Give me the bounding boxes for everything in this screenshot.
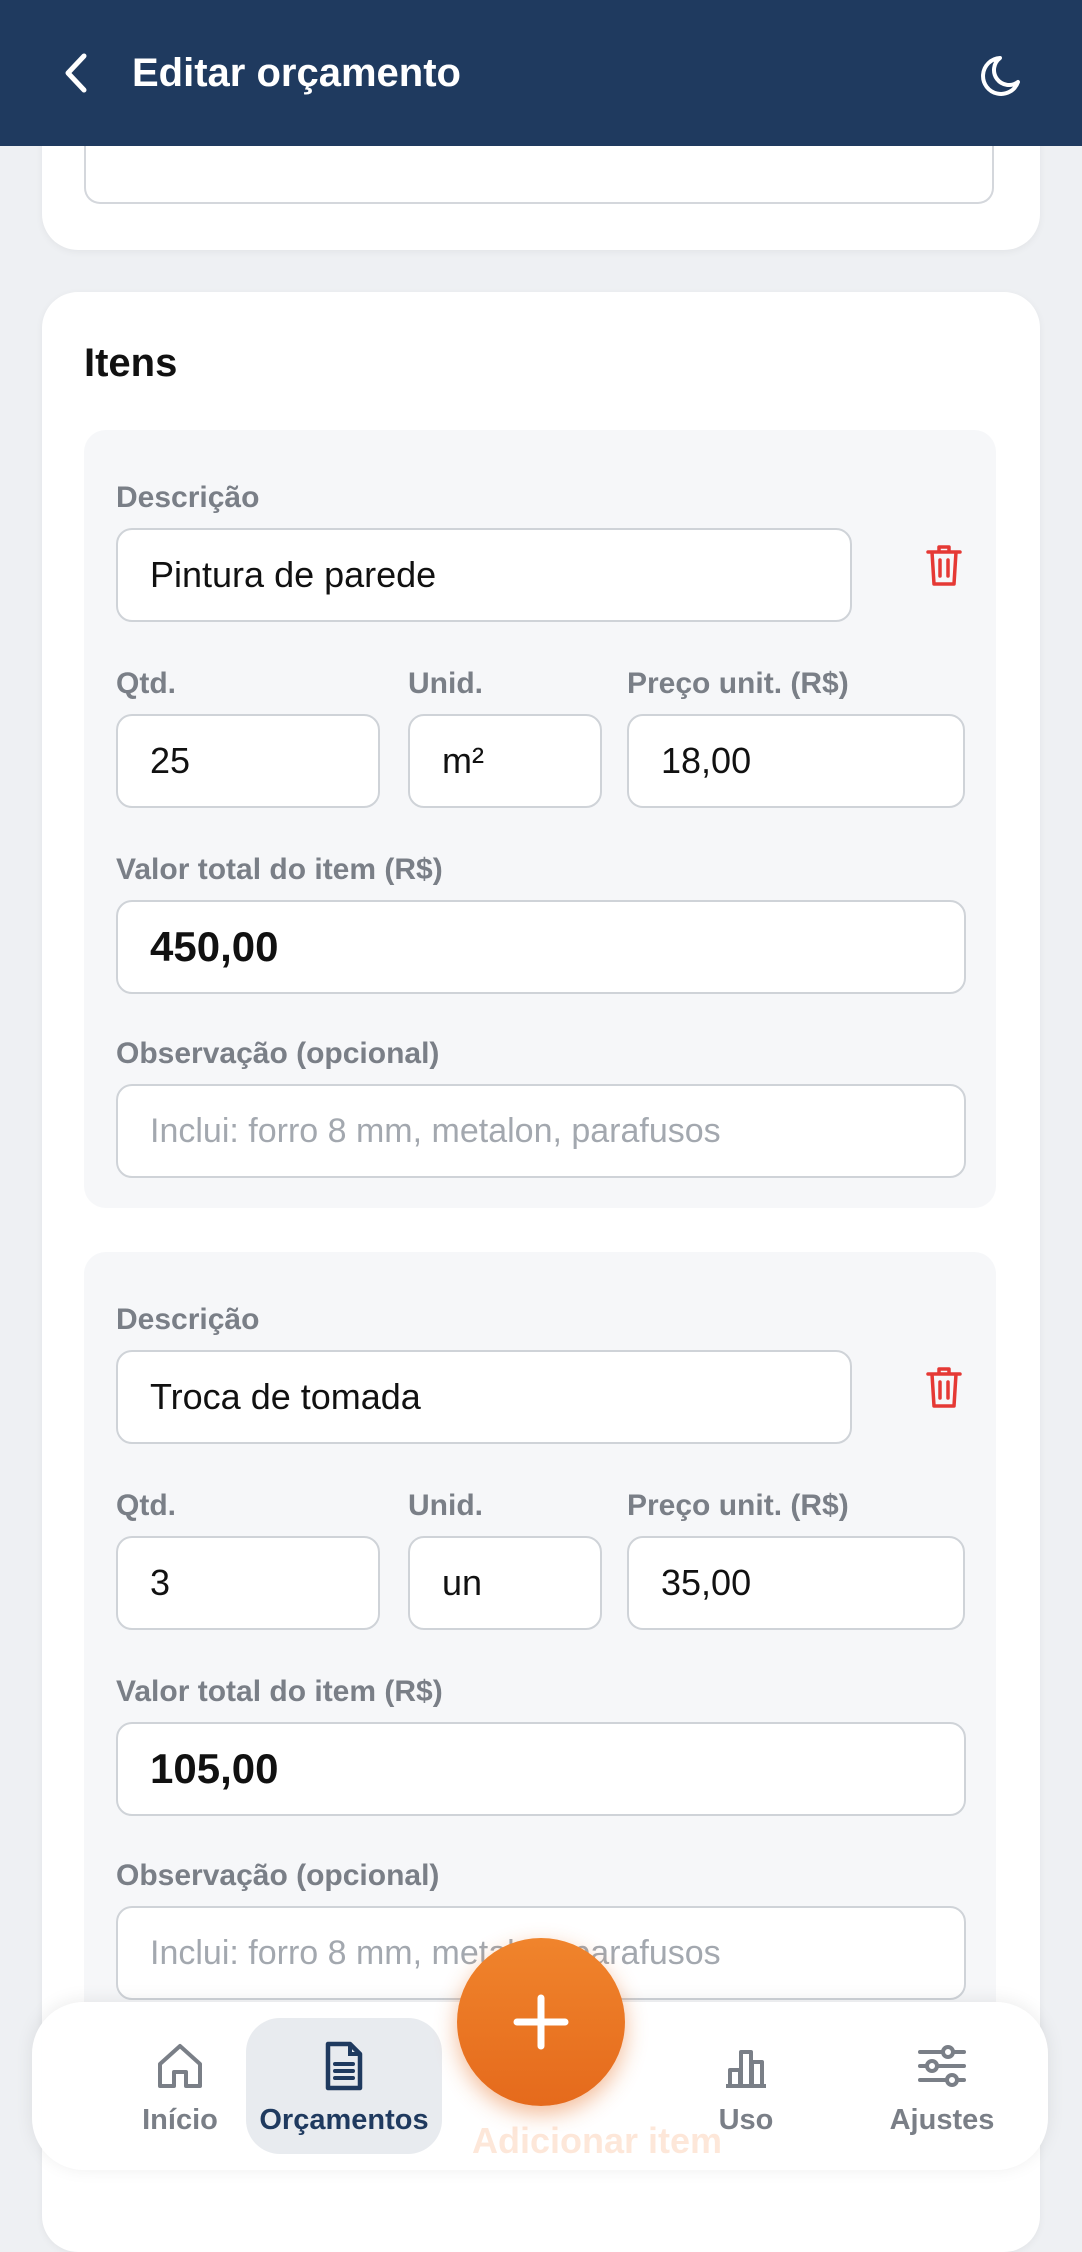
note-input[interactable]: Inclui: forro 8 mm, metalon, parafusos [116, 1084, 966, 1178]
home-icon [158, 2044, 202, 2088]
item-total-field: 450,00 [116, 900, 966, 994]
description-label: Descrição [116, 1303, 260, 1336]
trash-icon [926, 545, 962, 586]
unit-label: Unid. [408, 1489, 483, 1522]
items-section-title: Itens [84, 341, 178, 385]
total-label: Valor total do item (R$) [116, 853, 443, 886]
unit-input[interactable]: m² [408, 714, 602, 808]
page-title: Editar orçamento [132, 51, 461, 95]
qty-label: Qtd. [116, 1489, 176, 1522]
description-label: Descrição [116, 481, 260, 514]
add-fab-button[interactable] [457, 1938, 625, 2106]
theme-toggle-button[interactable] [978, 48, 1030, 100]
nav-label: Orçamentos [259, 2104, 429, 2136]
qty-label: Qtd. [116, 667, 176, 700]
nav-item-orcamentos[interactable]: Orçamentos [246, 2018, 442, 2154]
unit-price-label: Preço unit. (R$) [627, 1489, 849, 1522]
unit-price-input[interactable]: 35,00 [627, 1536, 965, 1630]
unit-price-label: Preço unit. (R$) [627, 667, 849, 700]
document-icon [325, 2041, 363, 2091]
moon-icon [981, 56, 1020, 96]
description-input[interactable]: Troca de tomada [116, 1350, 852, 1444]
note-label: Observação (opcional) [116, 1859, 440, 1892]
note-label: Observação (opcional) [116, 1037, 440, 1070]
item-total-field: 105,00 [116, 1722, 966, 1816]
app-header: Editar orçamento [0, 0, 1082, 146]
delete-item-button[interactable] [924, 542, 964, 588]
nav-label: Uso [718, 2104, 774, 2136]
nav-label: Ajustes [889, 2104, 995, 2136]
sliders-icon [918, 2045, 966, 2087]
delete-item-button[interactable] [924, 1364, 964, 1410]
chevron-left-icon [65, 53, 87, 93]
nav-item-uso[interactable]: Uso [648, 2018, 844, 2154]
item-block: Descrição Pintura de parede Qtd. Unid. P… [84, 430, 996, 1208]
trash-icon [926, 1367, 962, 1408]
qty-input[interactable]: 25 [116, 714, 380, 808]
unit-price-input[interactable]: 18,00 [627, 714, 965, 808]
nav-item-ajustes[interactable]: Ajustes [844, 2018, 1040, 2154]
bar-chart-icon [726, 2050, 766, 2088]
unit-input[interactable]: un [408, 1536, 602, 1630]
total-label: Valor total do item (R$) [116, 1675, 443, 1708]
unit-label: Unid. [408, 667, 483, 700]
back-button[interactable] [56, 48, 96, 98]
description-input[interactable]: Pintura de parede [116, 528, 852, 622]
plus-icon [513, 1994, 569, 2050]
qty-input[interactable]: 3 [116, 1536, 380, 1630]
